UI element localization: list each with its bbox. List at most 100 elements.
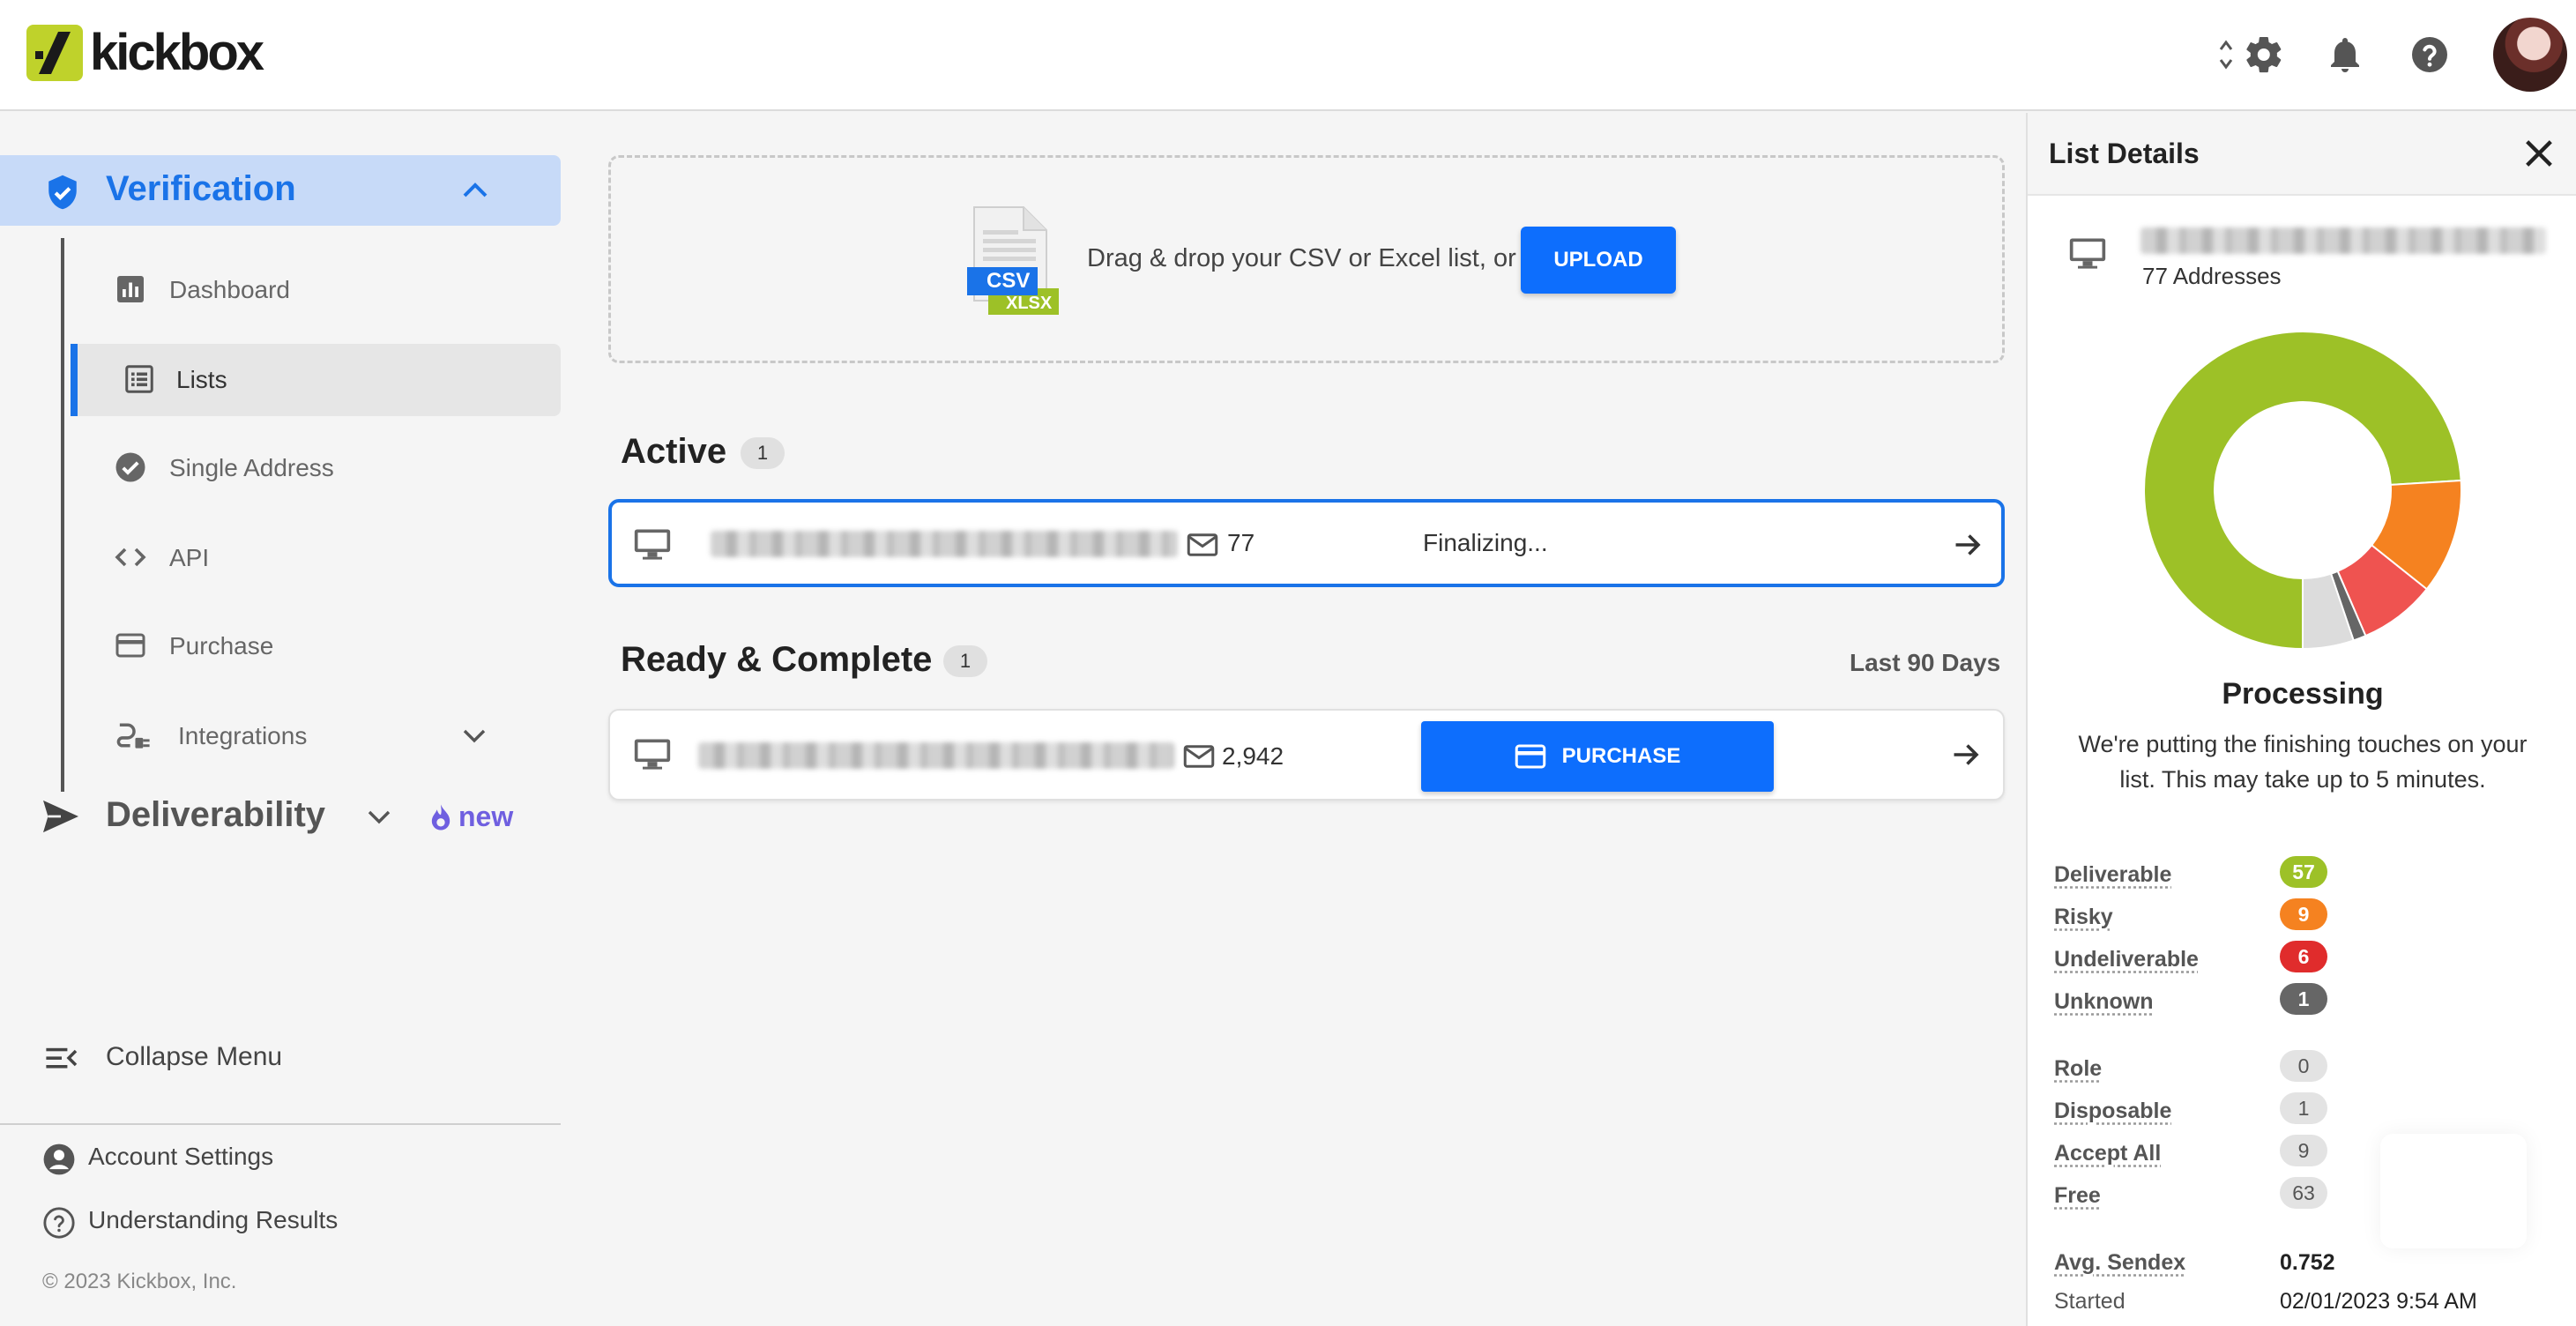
csv-label: CSV — [986, 269, 1031, 293]
upload-instructions: Drag & drop your CSV or Excel list, or — [1087, 244, 1516, 272]
account-settings-link[interactable]: Account Settings — [0, 1132, 561, 1181]
subnav-divider — [61, 238, 64, 792]
logo-wordmark: kickbox — [90, 24, 264, 81]
stat-label-undeliverable[interactable]: Undeliverable — [2054, 947, 2199, 972]
xlsx-label: XLSX — [1006, 294, 1053, 313]
sidebar-item-single-address[interactable]: Single Address — [71, 432, 561, 504]
chart-icon — [115, 273, 146, 305]
chevron-down-icon[interactable] — [367, 809, 391, 825]
attr-label-accept-all[interactable]: Accept All — [2054, 1141, 2161, 1166]
list-name-redacted — [698, 742, 1174, 769]
stat-value-undeliverable: 6 — [2280, 941, 2327, 972]
sidebar-item-label: API — [169, 544, 210, 571]
list-name-redacted — [711, 531, 1178, 557]
arrow-right-icon[interactable] — [1952, 529, 1984, 561]
sidebar-divider — [0, 1123, 561, 1125]
list-status: Finalizing... — [1423, 529, 1548, 556]
nav-deliverability[interactable]: Deliverability new — [0, 781, 561, 852]
understanding-results-link[interactable]: Understanding Results — [0, 1196, 561, 1245]
active-section-title: Active — [621, 432, 727, 471]
credit-card-icon — [1515, 744, 1545, 769]
chevron-up-icon[interactable] — [462, 182, 488, 199]
stat-label-risky[interactable]: Risky — [2054, 905, 2113, 930]
copyright: © 2023 Kickbox, Inc. — [42, 1270, 237, 1293]
sidebar-item-lists[interactable]: Lists — [71, 344, 561, 416]
complete-list-row[interactable]: 2,942 PURCHASE — [608, 709, 2005, 801]
address-count: 2,942 — [1222, 742, 1284, 770]
active-list-row[interactable]: 77 Finalizing... — [608, 499, 2005, 587]
started-value: 02/01/2023 9:54 AM — [2280, 1289, 2477, 1314]
attr-value-role: 0 — [2280, 1050, 2327, 1082]
sidebar: Verification Dashboard Lists Single Addr… — [0, 113, 561, 1326]
sidebar-item-label: Purchase — [169, 632, 274, 659]
arrow-right-icon[interactable] — [1950, 739, 1982, 771]
account-circle-icon — [42, 1143, 76, 1176]
address-total: 77 Addresses — [2142, 263, 2282, 289]
mail-icon — [1183, 744, 1215, 769]
stat-label-deliverable[interactable]: Deliverable — [2054, 862, 2171, 888]
plug-icon — [115, 719, 153, 751]
attr-label-free[interactable]: Free — [2054, 1183, 2101, 1209]
stat-value-risky: 9 — [2280, 898, 2327, 930]
sidebar-item-integrations[interactable]: Integrations — [71, 700, 561, 772]
sort-icon[interactable] — [2218, 34, 2234, 76]
top-bar: kickbox — [0, 0, 2576, 111]
new-badge-label: new — [458, 801, 514, 832]
sidebar-item-purchase[interactable]: Purchase — [71, 610, 561, 682]
chevron-down-icon[interactable] — [462, 728, 487, 744]
list-name-redacted — [2140, 227, 2546, 254]
check-circle-icon — [115, 451, 146, 483]
logo-mark-icon — [26, 25, 83, 81]
nav-verification[interactable]: Verification — [0, 155, 561, 226]
sidebar-item-dashboard[interactable]: Dashboard — [71, 254, 561, 326]
collapse-menu-label: Collapse Menu — [106, 1042, 283, 1071]
collapse-menu-button[interactable]: Collapse Menu — [0, 1032, 561, 1084]
gear-icon[interactable] — [2243, 34, 2285, 76]
close-icon[interactable] — [2521, 136, 2557, 171]
sidebar-item-label: Single Address — [169, 454, 334, 481]
sidebar-item-api[interactable]: API — [71, 522, 561, 594]
sendex-value: 0.752 — [2280, 1250, 2335, 1275]
credit-card-icon — [115, 629, 146, 661]
date-range-filter[interactable]: Last 90 Days — [1850, 649, 2000, 677]
desktop-icon — [633, 737, 672, 771]
send-icon — [41, 799, 81, 834]
purchase-button[interactable]: PURCHASE — [1421, 721, 1774, 792]
account-settings-label: Account Settings — [88, 1143, 274, 1170]
bell-icon[interactable] — [2324, 34, 2366, 76]
stat-label-unknown[interactable]: Unknown — [2054, 989, 2154, 1015]
help-outline-icon — [42, 1206, 76, 1240]
flame-icon — [431, 803, 450, 831]
sendex-label[interactable]: Avg. Sendex — [2054, 1250, 2185, 1276]
attr-value-accept-all: 9 — [2280, 1135, 2327, 1166]
stat-value-unknown: 1 — [2280, 983, 2327, 1015]
sidebar-item-label: Integrations — [178, 722, 308, 749]
attr-value-disposable: 1 — [2280, 1092, 2327, 1124]
processing-description: We're putting the finishing touches on y… — [2078, 731, 2528, 793]
attr-label-disposable[interactable]: Disposable — [2054, 1099, 2171, 1124]
desktop-icon — [2068, 236, 2107, 270]
upload-dropzone[interactable]: CSV XLSX Drag & drop your CSV or Excel l… — [608, 155, 2005, 363]
nav-deliverability-label: Deliverability — [106, 795, 326, 834]
help-icon[interactable] — [2408, 34, 2451, 76]
complete-section-title: Ready & Complete — [621, 640, 933, 679]
attr-label-role[interactable]: Role — [2054, 1056, 2102, 1082]
active-count-badge: 1 — [741, 437, 785, 469]
nav-verification-label: Verification — [106, 169, 296, 208]
new-badge: new — [430, 801, 513, 833]
complete-count-badge: 1 — [943, 645, 987, 677]
chat-widget[interactable] — [2380, 1134, 2527, 1248]
kickbox-logo[interactable]: kickbox — [26, 24, 264, 81]
list-icon — [123, 363, 155, 395]
stat-value-deliverable: 57 — [2280, 856, 2327, 888]
sidebar-item-label: Dashboard — [169, 276, 290, 303]
understanding-results-label: Understanding Results — [88, 1206, 339, 1233]
started-label: Started — [2054, 1289, 2126, 1314]
panel-title: List Details — [2049, 138, 2200, 169]
upload-button[interactable]: UPLOAD — [1521, 227, 1676, 294]
user-avatar[interactable] — [2493, 18, 2567, 92]
collapse-menu-icon — [44, 1044, 79, 1072]
mail-icon — [1187, 533, 1218, 557]
address-count: 77 — [1227, 529, 1255, 556]
shield-check-icon — [44, 173, 81, 212]
